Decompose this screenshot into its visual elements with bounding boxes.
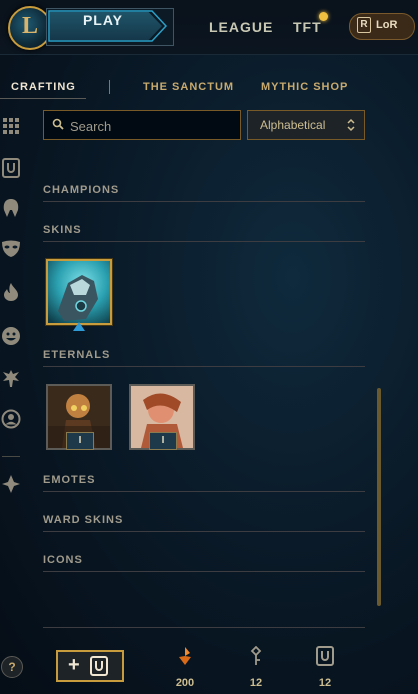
section-emotes[interactable]: EMOTES [43, 474, 95, 486]
orange-essence-icon [179, 647, 191, 665]
section-icons[interactable]: ICONS [43, 554, 83, 566]
tab-crafting[interactable]: CRAFTING [11, 81, 76, 93]
tab-mythic-shop[interactable]: MYTHIC SHOP [261, 81, 348, 93]
scrollbar[interactable] [377, 388, 381, 606]
selected-marker-icon [73, 322, 85, 331]
lor-label[interactable]: LoR [376, 19, 397, 31]
section-divider [43, 241, 365, 242]
section-divider [43, 531, 365, 532]
sort-dropdown-value: Alphabetical [260, 118, 326, 132]
section-eternals[interactable]: ETERNALS [43, 349, 110, 361]
section-champions[interactable]: CHAMPIONS [43, 184, 119, 196]
search-input[interactable] [68, 113, 240, 139]
profile-icon[interactable] [1, 409, 21, 429]
notification-dot [319, 12, 328, 21]
logo-letter: L [21, 13, 38, 39]
subnav-divider [109, 80, 110, 94]
skin-splash-image [48, 261, 110, 323]
search-icon [52, 118, 64, 130]
add-plus-icon: + [68, 654, 80, 676]
eternal-series-badge: I [66, 432, 94, 450]
nav-league[interactable]: LEAGUE [209, 19, 273, 35]
section-divider [43, 491, 365, 492]
emote-face-icon[interactable] [1, 326, 21, 346]
chest-count: 12 [318, 677, 332, 689]
lor-icon: R [357, 17, 371, 33]
chevron-updown-icon [347, 118, 355, 132]
play-button-label[interactable]: PLAY [50, 12, 156, 40]
tab-crafting-underline [0, 98, 86, 99]
orange-essence-count: 200 [175, 677, 195, 689]
section-divider [43, 571, 365, 572]
flame-icon[interactable] [2, 282, 20, 302]
nav-tft[interactable]: TFT [293, 19, 322, 35]
chest-icon [316, 646, 334, 666]
section-divider [43, 366, 365, 367]
tree-icon[interactable] [1, 368, 21, 388]
eternal-series-badge: I [149, 432, 177, 450]
champion-helmet-icon[interactable] [2, 198, 20, 218]
grid-icon[interactable] [2, 117, 20, 135]
rail-divider [2, 456, 20, 457]
section-divider [43, 201, 365, 202]
crest-icon[interactable] [1, 474, 21, 494]
chest-icon [90, 656, 108, 676]
ward-chest-icon[interactable] [2, 158, 20, 178]
help-button[interactable]: ? [1, 656, 23, 678]
section-skins[interactable]: SKINS [43, 224, 82, 236]
bottom-divider [43, 627, 365, 628]
skin-shard-tile[interactable] [46, 259, 112, 325]
key-fragment-count: 12 [249, 677, 263, 689]
tab-the-sanctum[interactable]: THE SANCTUM [143, 81, 234, 93]
section-ward-skins[interactable]: WARD SKINS [43, 514, 123, 526]
key-icon [250, 646, 262, 665]
mask-icon[interactable] [1, 240, 21, 258]
